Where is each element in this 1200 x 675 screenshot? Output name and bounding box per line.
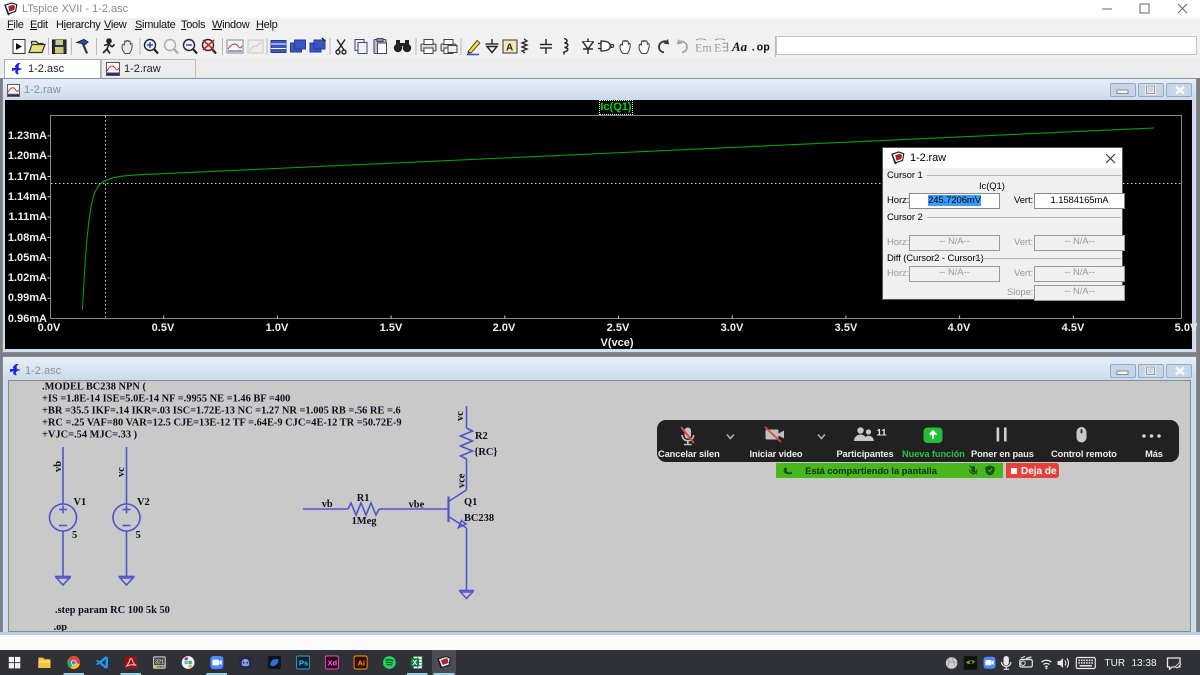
svg-text:+BR =35.5 IKF=.14 IKR=.03 ISC=: +BR =35.5 IKF=.14 IKR=.03 ISC=1.72E-13 N… [42, 406, 401, 417]
svg-text:Q1: Q1 [464, 497, 477, 508]
svg-text:Ps: Ps [299, 659, 308, 668]
svg-text:+RC =.25 VAF=80 VAR=12.5 CJE=1: +RC =.25 VAF=80 VAR=12.5 CJE=13E-12 TF =… [42, 418, 402, 429]
svg-text:.op: .op [54, 622, 68, 631]
svg-text:Aa: Aa [731, 39, 748, 54]
svg-text:5: 5 [136, 530, 141, 541]
svg-text:A: A [506, 43, 513, 54]
svg-text:+VJC=.54 MJC=.33 ): +VJC=.54 MJC=.33 ) [42, 430, 137, 441]
svg-text:BC238: BC238 [464, 513, 494, 524]
svg-text:E∃: E∃ [714, 41, 729, 55]
svg-text:Ai: Ai [358, 659, 366, 668]
svg-text:{RC}: {RC} [474, 447, 497, 458]
svg-text:.step param RC 100 5k 50: .step param RC 100 5k 50 [55, 605, 170, 616]
svg-text:vce: vce [457, 473, 468, 488]
svg-text:vb: vb [53, 461, 64, 472]
svg-text:V1: V1 [74, 497, 87, 508]
svg-text:+IS =1.8E-14 ISE=5.0E-14 NF =.: +IS =1.8E-14 ISE=5.0E-14 NF =.9955 NE =1… [42, 394, 290, 405]
svg-text:.MODEL BC238 NPN (: .MODEL BC238 NPN ( [42, 382, 146, 393]
svg-text:vbe: vbe [409, 500, 425, 511]
svg-text:11: 11 [877, 428, 888, 439]
svg-text:R1: R1 [357, 493, 370, 504]
svg-text:vc: vc [455, 411, 466, 421]
svg-text:321: 321 [155, 659, 164, 665]
svg-text:.op: .op [750, 43, 770, 55]
svg-text:Em: Em [695, 41, 712, 55]
svg-text:X: X [412, 658, 417, 667]
svg-text:vc: vc [116, 467, 127, 477]
svg-text:vb: vb [322, 499, 333, 510]
svg-text:5: 5 [72, 530, 77, 541]
svg-text:V2: V2 [137, 497, 150, 508]
svg-text:1Meg: 1Meg [352, 516, 378, 527]
svg-text:Xd: Xd [328, 659, 338, 668]
svg-text:R2: R2 [475, 431, 488, 442]
